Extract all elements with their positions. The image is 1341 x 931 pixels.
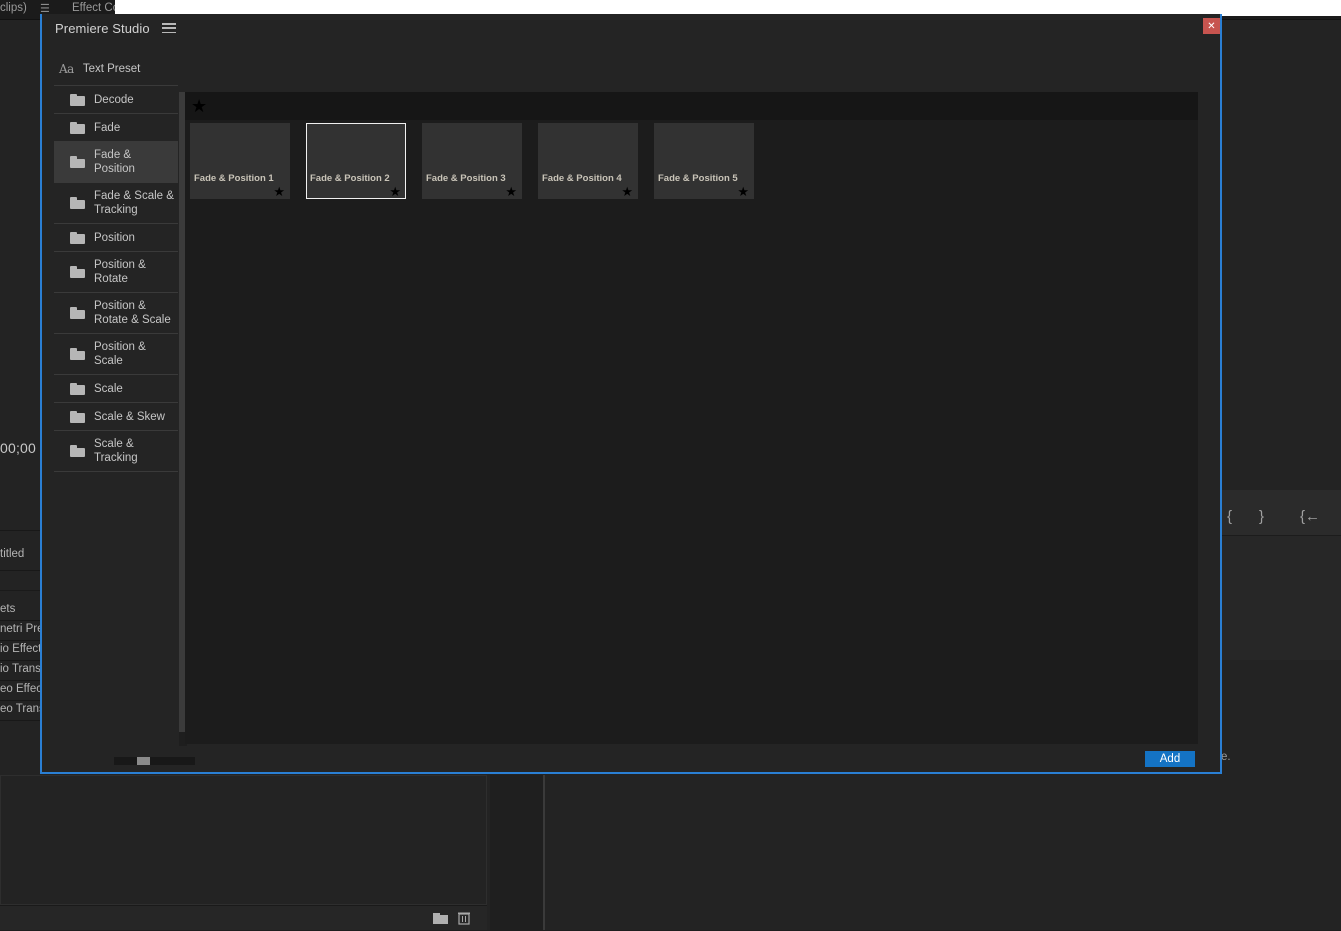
hamburger-menu-icon[interactable] (162, 22, 176, 34)
sidebar-item-label: Fade & Position (94, 148, 174, 176)
sidebar-item-label: Fade & Scale & Tracking (94, 189, 174, 217)
folder-icon (70, 307, 85, 319)
preset-card-label: Fade & Position 1 (194, 173, 274, 184)
sidebar-item-position-rotate[interactable]: Position & Rotate (54, 251, 178, 292)
favorite-star-icon[interactable]: ★ (505, 185, 517, 198)
sidebar-item-label: Position (94, 231, 135, 245)
bg-panel-menu-icon[interactable]: ☰ (40, 5, 51, 13)
sidebar-item-label: Position & Rotate (94, 258, 174, 286)
bg-effect-item: io Trans (0, 663, 41, 675)
bg-effect-item: ets (0, 603, 15, 615)
content-header-bar: ★ (185, 92, 1198, 120)
sidebar-item-position[interactable]: Position (54, 223, 178, 251)
zoom-slider-handle[interactable] (137, 757, 150, 765)
preset-card[interactable]: Fade & Position 2★ (306, 123, 406, 199)
sidebar-item-position-rotate-scale[interactable]: Position & Rotate & Scale (54, 292, 178, 333)
sidebar-item-label: Scale & Tracking (94, 437, 174, 465)
sidebar-item-label: Position & Scale (94, 340, 174, 368)
bg-divider (0, 720, 40, 721)
bg-panel-splitter (543, 775, 545, 930)
bg-truncated-text: e. (1221, 751, 1231, 763)
favorite-star-icon[interactable]: ★ (273, 185, 285, 198)
sidebar-item-fade-position[interactable]: Fade & Position (54, 141, 178, 182)
bg-divider (0, 620, 40, 621)
folder-icon (70, 122, 85, 134)
premiere-studio-dialog: Premiere Studio Aa Text Preset Decode Fad… (40, 14, 1222, 774)
folder-icon (70, 232, 85, 244)
folder-icon (70, 156, 85, 168)
favorite-star-icon[interactable]: ★ (389, 185, 401, 198)
preset-card-label: Fade & Position 2 (310, 173, 390, 184)
sidebar-header-label: Text Preset (83, 63, 141, 75)
thumbnail-zoom-slider[interactable] (114, 757, 195, 765)
favorite-star-icon[interactable]: ★ (737, 185, 749, 198)
text-preset-icon: Aa (59, 62, 74, 76)
sidebar-item-scale-skew[interactable]: Scale & Skew (54, 402, 178, 430)
bg-effect-item: io Effect (0, 643, 41, 655)
preset-card[interactable]: Fade & Position 5★ (654, 123, 754, 199)
sidebar-item-scale-tracking[interactable]: Scale & Tracking (54, 430, 178, 471)
folder-icon[interactable] (432, 911, 450, 927)
sidebar-header: Aa Text Preset (54, 56, 178, 85)
dialog-footer (42, 744, 1220, 772)
preset-card[interactable]: Fade & Position 3★ (422, 123, 522, 199)
sidebar-item-label: Decode (94, 93, 134, 107)
preset-card-grid: Fade & Position 1★Fade & Position 2★Fade… (190, 123, 754, 199)
bg-tab-clips[interactable]: clips) (0, 2, 27, 14)
sidebar-item-label: Scale & Skew (94, 410, 165, 424)
bg-bin-area (0, 775, 487, 905)
dialog-title: Premiere Studio (55, 21, 150, 36)
dialog-title-bar: Premiere Studio (42, 14, 1220, 42)
bg-timecode: 00;00 (0, 440, 36, 456)
mark-in-icon[interactable]: { (1227, 508, 1232, 525)
bg-divider (0, 680, 40, 681)
bg-divider (0, 660, 40, 661)
preset-card[interactable]: Fade & Position 1★ (190, 123, 290, 199)
bg-gap-column (490, 775, 545, 930)
favorite-star-icon[interactable]: ★ (191, 97, 207, 115)
folder-icon (70, 197, 85, 209)
sidebar-item-scale[interactable]: Scale (54, 374, 178, 402)
close-icon[interactable]: ✕ (1203, 18, 1220, 34)
sidebar-item-list: Decode Fade Fade & Position Fade & Scale & … (54, 85, 178, 471)
bg-divider (0, 530, 40, 531)
bg-effect-item: eo Trans (0, 703, 45, 715)
bg-effect-item: netri Pre (0, 623, 43, 635)
preset-category-sidebar: Aa Text Preset Decode Fade Fade & Position… (54, 56, 178, 746)
bg-divider (0, 640, 40, 641)
folder-icon (70, 266, 85, 278)
bg-project-bottom-bar (0, 905, 487, 930)
bg-divider (0, 700, 40, 701)
bg-project-label: titled (0, 548, 24, 560)
go-to-in-icon[interactable]: {← (1300, 508, 1320, 525)
trash-icon[interactable] (456, 911, 474, 927)
sidebar-item-decode[interactable]: Decode (54, 85, 178, 113)
folder-icon (70, 383, 85, 395)
sidebar-item-label: Position & Rotate & Scale (94, 299, 174, 327)
sidebar-item-fade[interactable]: Fade (54, 113, 178, 141)
sidebar-item-label: Fade (94, 121, 120, 135)
bg-divider (0, 570, 40, 571)
preset-card-label: Fade & Position 3 (426, 173, 506, 184)
favorite-star-icon[interactable]: ★ (621, 185, 633, 198)
mark-out-icon[interactable]: } (1259, 508, 1264, 525)
folder-icon (70, 348, 85, 360)
folder-icon (70, 445, 85, 457)
sidebar-item-position-scale[interactable]: Position & Scale (54, 333, 178, 374)
preset-content-area: ★ Fade & Position 1★Fade & Position 2★Fa… (185, 92, 1198, 744)
sidebar-item-label: Scale (94, 382, 123, 396)
preset-card-label: Fade & Position 4 (542, 173, 622, 184)
folder-icon (70, 411, 85, 423)
preset-card-label: Fade & Position 5 (658, 173, 738, 184)
sidebar-item-fade-scale-tracking[interactable]: Fade & Scale & Tracking (54, 182, 178, 223)
preset-card[interactable]: Fade & Position 4★ (538, 123, 638, 199)
bg-effect-item: eo Effect (0, 683, 45, 695)
folder-icon (70, 94, 85, 106)
sidebar-list-end-divider (54, 471, 178, 472)
add-button[interactable]: Add (1145, 751, 1195, 767)
